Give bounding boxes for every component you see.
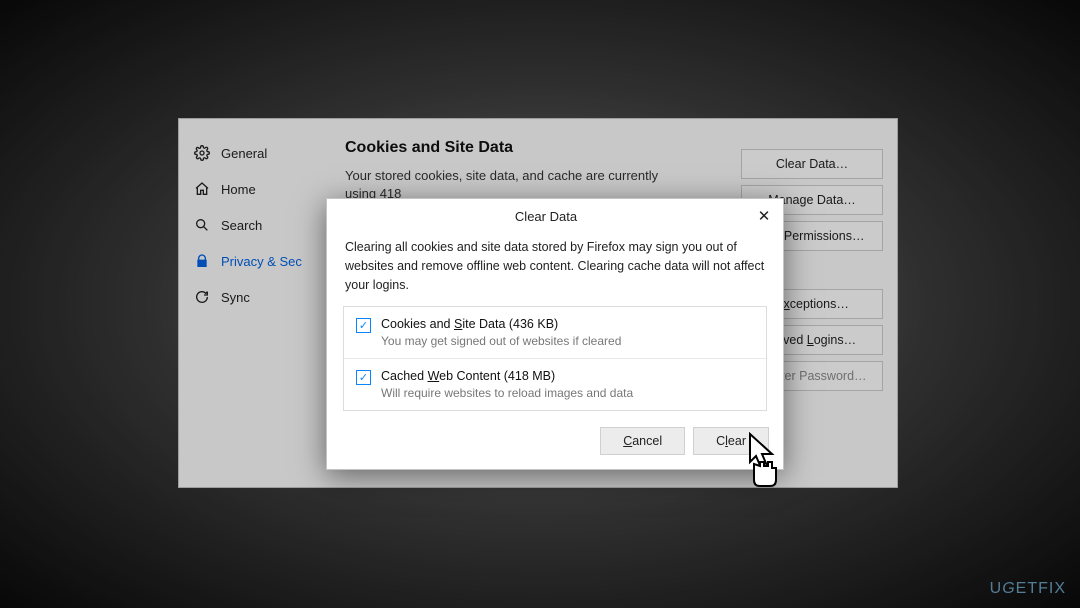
gear-icon: [193, 144, 211, 162]
dialog-header: Clear Data ✕: [327, 199, 783, 232]
settings-sidebar: General Home Search Privacy & Sec Sync: [179, 119, 327, 487]
sidebar-item-privacy[interactable]: Privacy & Sec: [179, 243, 327, 279]
sidebar-item-sync[interactable]: Sync: [179, 279, 327, 315]
sidebar-item-label: Search: [221, 218, 262, 233]
checkbox-icon[interactable]: ✓: [356, 318, 371, 333]
dialog-title: Clear Data: [337, 209, 755, 224]
home-icon: [193, 180, 211, 198]
sidebar-item-general[interactable]: General: [179, 135, 327, 171]
option-label: Cached Web Content (418 MB): [381, 369, 633, 383]
sidebar-item-label: Sync: [221, 290, 250, 305]
sidebar-item-label: General: [221, 146, 267, 161]
dialog-actions: Cancel Clear: [327, 421, 783, 469]
dialog-message: Clearing all cookies and site data store…: [327, 232, 783, 306]
clear-data-button[interactable]: Clear Data…: [741, 149, 883, 179]
option-cookies[interactable]: ✓ Cookies and Site Data (436 KB) You may…: [344, 307, 766, 358]
sync-icon: [193, 288, 211, 306]
option-label: Cookies and Site Data (436 KB): [381, 317, 621, 331]
sidebar-item-search[interactable]: Search: [179, 207, 327, 243]
clear-button[interactable]: Clear: [693, 427, 769, 455]
option-description: Will require websites to reload images a…: [381, 386, 633, 400]
checkbox-icon[interactable]: ✓: [356, 370, 371, 385]
option-description: You may get signed out of websites if cl…: [381, 334, 621, 348]
search-icon: [193, 216, 211, 234]
watermark: UGETFIX: [990, 580, 1066, 598]
clear-data-dialog: Clear Data ✕ Clearing all cookies and si…: [326, 198, 784, 470]
lock-icon: [193, 252, 211, 270]
sidebar-item-home[interactable]: Home: [179, 171, 327, 207]
close-icon[interactable]: ✕: [755, 209, 773, 224]
option-cache[interactable]: ✓ Cached Web Content (418 MB) Will requi…: [344, 358, 766, 410]
sidebar-item-label: Privacy & Sec: [221, 254, 302, 269]
sidebar-item-label: Home: [221, 182, 256, 197]
cancel-button[interactable]: Cancel: [600, 427, 685, 455]
dialog-options: ✓ Cookies and Site Data (436 KB) You may…: [343, 306, 767, 411]
